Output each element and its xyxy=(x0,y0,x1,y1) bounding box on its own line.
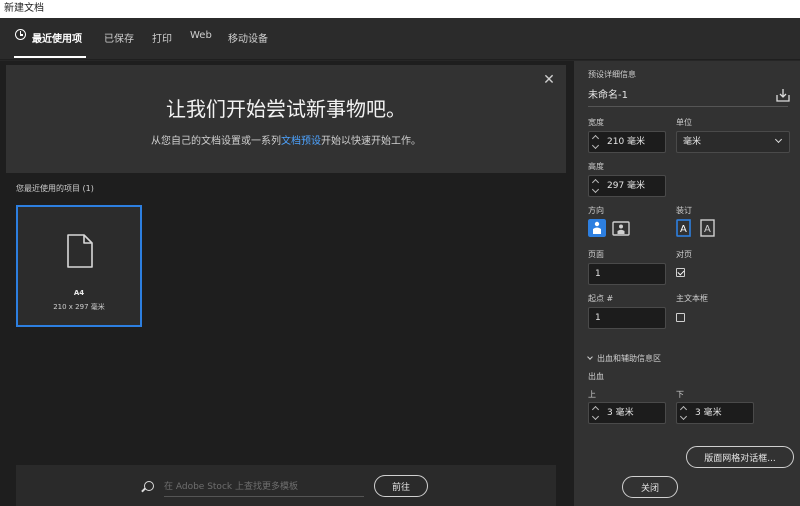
pages-field[interactable]: 1 xyxy=(588,263,666,285)
width-label: 宽度 xyxy=(588,118,604,127)
go-button[interactable]: 前往 xyxy=(374,475,428,497)
facing-pages-checkbox[interactable] xyxy=(676,268,685,277)
bleed-top-label: 上 xyxy=(588,390,596,399)
height-label: 高度 xyxy=(588,162,604,171)
primary-text-frame-label: 主文本框 xyxy=(676,294,708,303)
save-preset-icon[interactable] xyxy=(776,88,790,102)
preset-details-panel: 预设详细信息 未命名-1 宽度 210 毫米 单位 毫米 高度 297 毫米 方… xyxy=(574,61,800,506)
bleed-slug-section[interactable]: 出血和辅助信息区 xyxy=(587,353,661,364)
tab-web[interactable]: Web xyxy=(190,30,212,41)
recent-items-label: 您最近使用的项目 (1) xyxy=(16,184,94,193)
active-tab-indicator xyxy=(14,56,86,58)
facing-pages-label: 对页 xyxy=(676,250,692,259)
tab-print[interactable]: 打印 xyxy=(152,30,172,45)
banner-title: 让我们开始尝试新事物吧。 xyxy=(166,97,406,121)
chevron-down-icon xyxy=(774,135,783,144)
recent-item-size: 210 x 297 毫米 xyxy=(53,303,105,311)
primary-text-frame-checkbox[interactable] xyxy=(676,313,685,322)
document-name-field[interactable]: 未命名-1 xyxy=(588,85,788,107)
svg-text:A: A xyxy=(680,224,687,235)
main-area: 让我们开始尝试新事物吧。 从您自己的文档设置或一系列文档预设开始以快速开始工作。… xyxy=(0,61,574,506)
tab-recent[interactable]: 最近使用项 xyxy=(32,30,82,45)
tab-bar: 最近使用项 已保存 打印 Web 移动设备 xyxy=(0,18,800,60)
svg-text:A: A xyxy=(704,224,711,235)
clock-icon xyxy=(15,29,26,40)
height-stepper-icon[interactable] xyxy=(593,179,600,193)
layout-grid-dialog-button[interactable]: 版面网格对话框... xyxy=(686,446,794,468)
binding-label: 装订 xyxy=(676,206,692,215)
bleed-label: 出血 xyxy=(588,372,604,381)
tab-mobile[interactable]: 移动设备 xyxy=(228,30,268,45)
height-field[interactable]: 297 毫米 xyxy=(588,175,666,197)
banner-subtitle: 从您自己的文档设置或一系列文档预设开始以快速开始工作。 xyxy=(6,132,566,147)
width-stepper-icon[interactable] xyxy=(593,135,600,149)
close-icon[interactable]: ✕ xyxy=(542,73,556,87)
bleed-bottom-stepper-icon[interactable] xyxy=(681,406,688,420)
pages-label: 页面 xyxy=(588,250,604,259)
unit-select[interactable]: 毫米 xyxy=(676,131,790,153)
bleed-top-field[interactable]: 3 毫米 xyxy=(588,402,666,424)
banner-subtitle-text: 从您自己的文档设置或一系列 xyxy=(151,136,281,147)
search-icon xyxy=(144,481,154,491)
recent-item-card[interactable]: A4 210 x 297 毫米 xyxy=(16,205,142,327)
unit-value: 毫米 xyxy=(683,137,702,147)
stock-search-bar: 前往 xyxy=(16,465,556,506)
start-page-field[interactable]: 1 xyxy=(588,307,666,329)
bleed-top-stepper-icon[interactable] xyxy=(593,406,600,420)
start-page-label: 起点 # xyxy=(588,294,614,303)
banner-subtitle-text-end: 开始以快速开始工作。 xyxy=(321,136,421,147)
document-icon xyxy=(67,234,93,268)
width-value: 210 毫米 xyxy=(607,137,646,147)
bleed-slug-label: 出血和辅助信息区 xyxy=(597,354,661,363)
height-value: 297 毫米 xyxy=(607,181,646,191)
close-button[interactable]: 关闭 xyxy=(622,476,678,498)
bleed-top-value: 3 毫米 xyxy=(607,408,634,418)
portrait-orientation-icon[interactable] xyxy=(588,219,606,237)
bleed-bottom-value: 3 毫米 xyxy=(695,408,722,418)
welcome-banner: 让我们开始尝试新事物吧。 从您自己的文档设置或一系列文档预设开始以快速开始工作。… xyxy=(6,65,566,173)
unit-label: 单位 xyxy=(676,118,692,127)
landscape-orientation-icon[interactable] xyxy=(612,219,630,237)
presets-link[interactable]: 文档预设 xyxy=(281,136,321,147)
bleed-bottom-label: 下 xyxy=(676,390,684,399)
chevron-down-icon xyxy=(587,354,593,360)
left-binding-icon[interactable]: A xyxy=(676,219,694,237)
recent-item-name: A4 xyxy=(73,289,85,297)
orientation-label: 方向 xyxy=(588,206,604,215)
right-binding-icon[interactable]: A xyxy=(698,219,716,237)
window-title: 新建文档 xyxy=(0,0,800,18)
tab-saved[interactable]: 已保存 xyxy=(104,30,134,45)
stock-search-input[interactable] xyxy=(164,477,364,497)
width-field[interactable]: 210 毫米 xyxy=(588,131,666,153)
bleed-bottom-field[interactable]: 3 毫米 xyxy=(676,402,754,424)
preset-details-header: 预设详细信息 xyxy=(588,70,636,79)
